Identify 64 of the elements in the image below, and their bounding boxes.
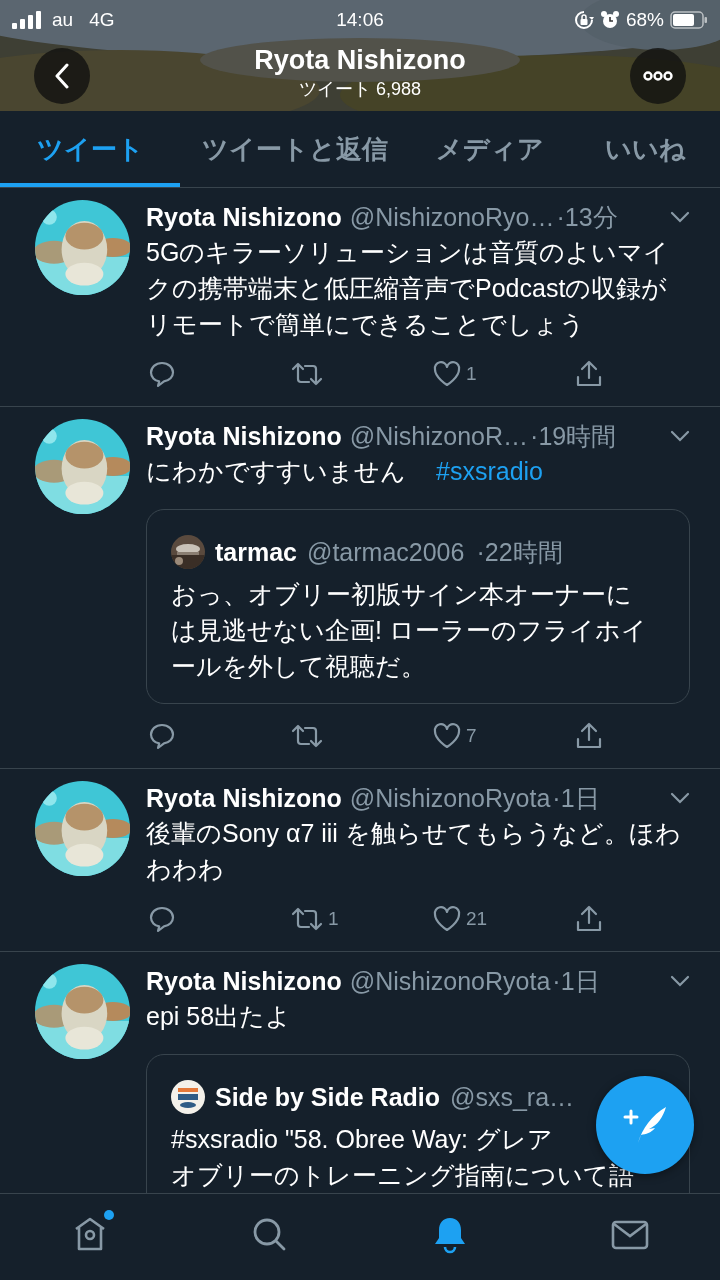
rotation-lock-icon: [574, 10, 594, 30]
quoted-author-name: Side by Side Radio: [215, 1082, 441, 1112]
carrier-name: au: [52, 9, 74, 31]
share-icon[interactable]: [574, 359, 604, 389]
quoted-text-line: #sxsradio "58. Obree Way: グレア: [171, 1124, 553, 1154]
tweet-text: にわかですすいません: [146, 457, 406, 485]
network-type: 4G: [89, 9, 115, 31]
caret-icon[interactable]: [670, 975, 690, 987]
tweet-time: ·13分: [556, 201, 618, 233]
back-icon: [54, 62, 70, 89]
tweet-count: ツイート 6,988: [298, 77, 421, 101]
clock-time: 14:06: [336, 9, 384, 31]
like-count: 7: [466, 725, 477, 747]
quoted-author-handle: @sxs_ra…: [450, 1082, 575, 1112]
quoted-text-line: ールを外して視聴だ。: [171, 651, 426, 681]
hashtag-link[interactable]: #sxsradio: [436, 457, 543, 485]
signal-icon: [12, 11, 42, 29]
author-name: Ryota Nishizono: [146, 202, 342, 232]
battery-percent: 68%: [626, 9, 664, 31]
quoted-author-handle: @tarmac2006: [307, 537, 465, 567]
heart-icon[interactable]: [432, 360, 462, 388]
retweet-icon[interactable]: [290, 905, 324, 933]
quoted-text-line: は見逃せない企画! ローラーのフライホイ: [171, 615, 647, 645]
profile-tab[interactable]: ツイート: [0, 111, 180, 187]
tweet-time: ·1日: [552, 782, 600, 814]
share-icon[interactable]: [574, 721, 604, 751]
reply-icon[interactable]: [148, 905, 176, 933]
tweet-time: ·19時間: [530, 420, 617, 452]
tweet-text: 後輩のSony α7 iii を触らせてもらうなど。ほわわわわ: [146, 819, 681, 883]
author-name: Ryota Nishizono: [146, 421, 342, 451]
quoted-author-name: tarmac: [215, 537, 297, 567]
more-icon: [643, 70, 673, 81]
quoted-text-line: おっ、オブリー初版サイン本オーナーに: [171, 579, 632, 609]
reply-icon[interactable]: [148, 360, 176, 388]
retweet-icon[interactable]: [290, 722, 324, 750]
caret-icon[interactable]: [670, 211, 690, 223]
retweet-count: 1: [328, 908, 339, 930]
like-count: 21: [466, 908, 488, 930]
tweet-time: ·1日: [552, 965, 600, 997]
author-name: Ryota Nishizono: [146, 783, 342, 813]
share-icon[interactable]: [574, 904, 604, 934]
profile-name: Ryota Nishizono: [254, 44, 466, 76]
author-handle: @NishizonoRyo…: [349, 202, 555, 232]
battery-icon: [670, 11, 708, 29]
heart-icon[interactable]: [432, 905, 462, 933]
caret-icon[interactable]: [670, 792, 690, 804]
author-handle: @NishizonoRyota: [349, 966, 551, 996]
author-handle: @NishizonoR…: [349, 421, 529, 451]
author-name: Ryota Nishizono: [146, 966, 342, 996]
quoted-tweet-time: ·22時間: [476, 536, 563, 568]
profile-tab[interactable]: メディア: [410, 111, 570, 187]
tweet-text: epi 58出たよ: [146, 1002, 292, 1030]
retweet-icon[interactable]: [290, 360, 324, 388]
radio-logo-icon: [171, 1080, 205, 1114]
profile-tab[interactable]: いいね: [570, 111, 720, 187]
caret-icon[interactable]: [670, 430, 690, 442]
heart-icon[interactable]: [432, 722, 462, 750]
reply-icon[interactable]: [148, 722, 176, 750]
profile-tab[interactable]: ツイートと返信: [180, 111, 410, 187]
author-handle: @NishizonoRyota: [349, 783, 551, 813]
tweet-text: 5Gのキラーソリューションは音質のよいマイクの携帯端末と低圧縮音声でPodcastの収録がリモートで簡単にできることでしょう: [146, 238, 670, 338]
like-count: 1: [466, 363, 477, 385]
alarm-icon: [600, 10, 620, 30]
quoted-tweet-card[interactable]: tarmac @tarmac2006 ·22時間 おっ、オブリー初版サイン本オーナーに は見逃せない企画! ローラーのフライホイ ールを外して視聴だ。: [146, 509, 690, 704]
